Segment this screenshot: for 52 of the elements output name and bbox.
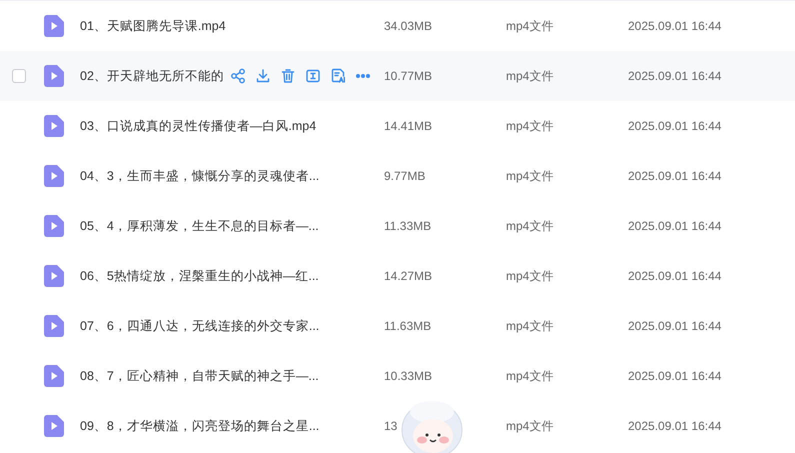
file-name[interactable]: 09、8，才华横溢，闪亮登场的舞台之星... xyxy=(80,418,320,434)
file-type: mp4文件 xyxy=(506,118,554,134)
file-type: mp4文件 xyxy=(506,368,554,384)
modified-date: 2025.09.01 16:44 xyxy=(628,419,722,433)
file-size: 14.41MB xyxy=(384,119,432,133)
file-name[interactable]: 03、口说成真的灵性传播使者—白风.mp4 xyxy=(80,118,316,134)
file-type: mp4文件 xyxy=(506,68,554,84)
modified-date: 2025.09.01 16:44 xyxy=(628,219,722,233)
file-name[interactable]: 05、4，厚积薄发，生生不息的目标者—... xyxy=(80,218,319,234)
file-type: mp4文件 xyxy=(506,418,554,434)
file-size: 9.77MB xyxy=(384,169,426,183)
file-row[interactable]: 02、开天辟地无所不能的 10.77MB mp4文件 2025.09.01 16:44 xyxy=(0,51,795,101)
video-file-icon xyxy=(44,165,64,187)
file-size: 11.63MB xyxy=(384,319,432,333)
video-file-icon xyxy=(44,215,64,237)
file-name[interactable]: 02、开天辟地无所不能的 xyxy=(80,68,224,84)
file-name[interactable]: 04、3，生而丰盛，慷慨分享的灵魂使者... xyxy=(80,168,320,184)
file-size: 34.03MB xyxy=(384,19,432,33)
modified-date: 2025.09.01 16:44 xyxy=(628,119,722,133)
file-type: mp4文件 xyxy=(506,318,554,334)
share-icon[interactable] xyxy=(230,68,246,84)
file-size: 13 xyxy=(384,419,398,433)
file-size: 14.27MB xyxy=(384,269,432,283)
video-file-icon xyxy=(44,265,64,287)
video-file-icon xyxy=(44,65,64,87)
file-size: 10.33MB xyxy=(384,369,432,383)
file-type: mp4文件 xyxy=(506,18,554,34)
modified-date: 2025.09.01 16:44 xyxy=(628,319,722,333)
delete-icon[interactable] xyxy=(280,68,296,84)
download-icon[interactable] xyxy=(254,68,271,84)
video-file-icon xyxy=(44,365,64,387)
file-size: 10.77MB xyxy=(384,69,432,83)
modified-date: 2025.09.01 16:44 xyxy=(628,269,722,283)
file-name[interactable]: 08、7，匠心精神，自带天赋的神之手—... xyxy=(80,368,319,384)
file-size: 11.33MB xyxy=(384,219,432,233)
rename-icon[interactable] xyxy=(304,68,321,84)
document-icon[interactable] xyxy=(330,68,346,84)
modified-date: 2025.09.01 16:44 xyxy=(628,19,722,33)
file-type: mp4文件 xyxy=(506,268,554,284)
file-type: mp4文件 xyxy=(506,218,554,234)
modified-date: 2025.09.01 16:44 xyxy=(628,169,722,183)
checkbox[interactable] xyxy=(12,69,26,83)
file-type: mp4文件 xyxy=(506,168,554,184)
video-file-icon xyxy=(44,115,64,137)
video-file-icon xyxy=(44,415,64,437)
file-name[interactable]: 06、5热情绽放，涅槃重生的小战神—红... xyxy=(80,268,319,284)
file-name[interactable]: 07、6，四通八达，无线连接的外交专家... xyxy=(80,318,320,334)
video-file-icon xyxy=(44,315,64,337)
file-name[interactable]: 01、天赋图腾先导课.mp4 xyxy=(80,18,226,34)
modified-date: 2025.09.01 16:44 xyxy=(628,69,722,83)
video-file-icon xyxy=(44,15,64,37)
modified-date: 2025.09.01 16:44 xyxy=(628,369,722,383)
